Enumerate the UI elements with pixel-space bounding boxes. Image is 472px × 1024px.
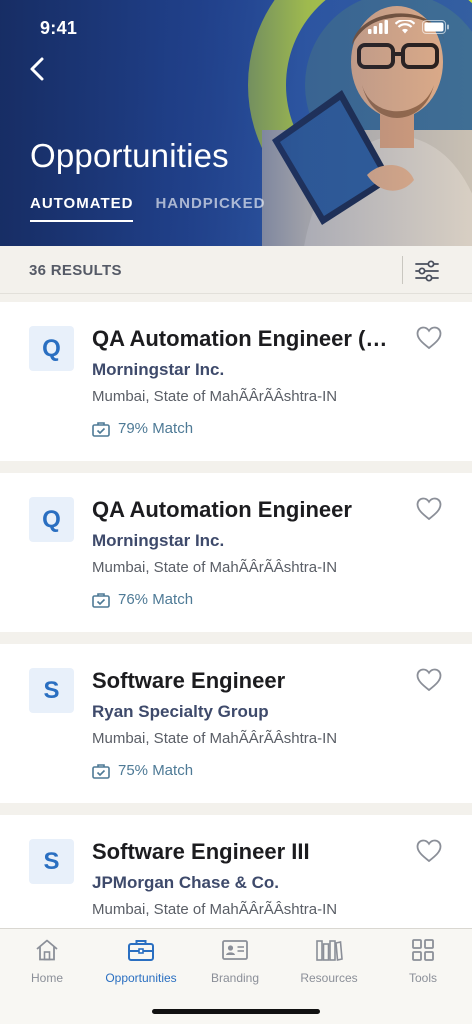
match-score: 79% Match: [92, 420, 193, 437]
grid-icon: [412, 939, 434, 961]
match-label: 79% Match: [118, 420, 194, 437]
favorite-heart-icon[interactable]: [416, 668, 442, 692]
favorite-heart-icon[interactable]: [416, 497, 442, 521]
job-location: Mumbai, State of MahÃÂrÃÂshtra-IN: [92, 388, 338, 405]
favorite-heart-icon[interactable]: [416, 839, 442, 863]
tab-automated[interactable]: AUTOMATED: [30, 195, 134, 222]
status-time: 9:41: [40, 18, 78, 38]
results-bar: 36 RESULTS: [0, 246, 472, 294]
opportunity-tabs: AUTOMATED HANDPICKED: [30, 195, 265, 222]
tab-handpicked[interactable]: HANDPICKED: [155, 195, 265, 222]
books-icon: [316, 940, 343, 961]
id-card-icon: [222, 940, 248, 960]
nav-branding[interactable]: Branding: [188, 937, 282, 985]
nav-home[interactable]: Home: [0, 937, 94, 985]
nav-tools[interactable]: Tools: [376, 937, 470, 985]
status-icons: [368, 20, 450, 34]
match-score: 76% Match: [92, 591, 193, 608]
wifi-icon: [395, 20, 415, 34]
nav-home-label: Home: [30, 971, 63, 985]
nav-resources-label: Resources: [300, 971, 358, 985]
company-logo: S: [29, 839, 74, 884]
job-location: Mumbai, State of MahÃÂrÃÂshtra-IN: [92, 901, 338, 918]
nav-tools-label: Tools: [408, 971, 437, 985]
job-card[interactable]: Q QA Automation Engineer (M... Morningst…: [0, 302, 472, 461]
signal-icon: [368, 20, 388, 34]
job-title[interactable]: Software Engineer: [92, 668, 402, 694]
job-card[interactable]: S Software Engineer Ryan Specialty Group…: [0, 644, 472, 803]
filter-sliders-icon[interactable]: [414, 258, 440, 284]
nav-branding-label: Branding: [210, 971, 260, 985]
nav-opportunities[interactable]: Opportunities: [94, 937, 188, 985]
match-score: 75% Match: [92, 762, 193, 779]
battery-icon: [422, 20, 449, 34]
favorite-heart-icon[interactable]: [416, 326, 442, 350]
header-hero: 9:41 Opportunities AUTOMATED HANDPICKED: [0, 0, 472, 246]
company-logo: Q: [29, 326, 74, 371]
results-count: 36 RESULTS: [29, 262, 122, 279]
job-title[interactable]: Software Engineer III: [92, 839, 402, 865]
match-label: 75% Match: [118, 762, 194, 779]
home-indicator: [152, 1009, 320, 1014]
company-logo: Q: [29, 497, 74, 542]
job-location: Mumbai, State of MahÃÂrÃÂshtra-IN: [92, 730, 338, 747]
company-name: Morningstar Inc.: [92, 531, 225, 550]
briefcase-check-icon: [92, 763, 110, 779]
job-title[interactable]: QA Automation Engineer (M...: [92, 326, 402, 352]
nav-opportunities-label: Opportunities: [105, 971, 177, 985]
job-title[interactable]: QA Automation Engineer: [92, 497, 402, 523]
briefcase-check-icon: [92, 592, 110, 608]
screen: 9:41 Opportunities AUTOMATED HANDPICKED …: [0, 0, 472, 1024]
status-bar: 9:41: [0, 0, 472, 56]
match-label: 76% Match: [118, 591, 194, 608]
job-location: Mumbai, State of MahÃÂrÃÂshtra-IN: [92, 559, 338, 576]
company-name: JPMorgan Chase & Co.: [92, 873, 280, 892]
company-name: Morningstar Inc.: [92, 360, 225, 379]
briefcase-icon: [128, 940, 154, 961]
nav-resources[interactable]: Resources: [282, 937, 376, 985]
job-card[interactable]: Q QA Automation Engineer Morningstar Inc…: [0, 473, 472, 632]
company-logo: S: [29, 668, 74, 713]
divider: [402, 256, 403, 284]
page-title: Opportunities: [30, 137, 229, 174]
home-icon: [36, 939, 58, 961]
back-button[interactable]: [26, 56, 50, 82]
briefcase-check-icon: [92, 421, 110, 437]
company-name: Ryan Specialty Group: [92, 702, 269, 721]
